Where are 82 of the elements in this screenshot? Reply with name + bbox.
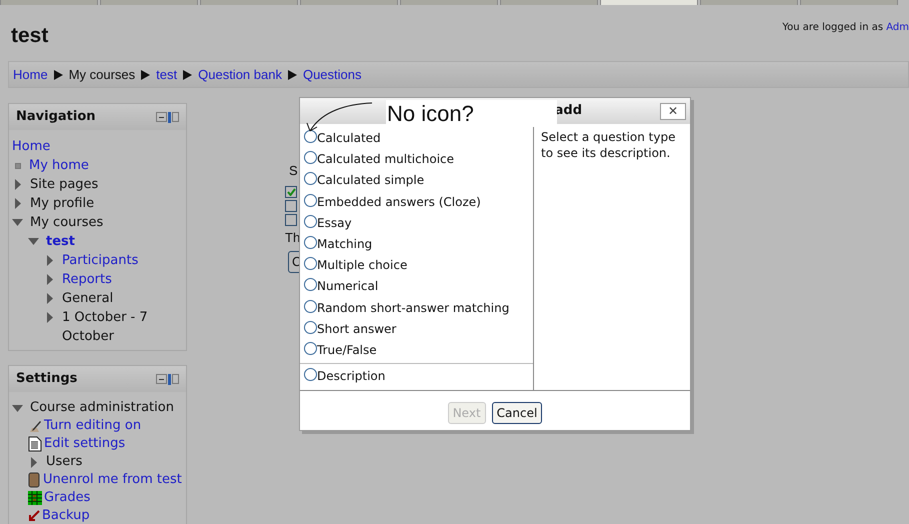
checkbox[interactable]	[285, 200, 297, 212]
collapsed-arrow-icon[interactable]	[15, 198, 21, 209]
breadcrumb-link[interactable]: Question bank	[198, 64, 282, 84]
tree-label[interactable]: Course administration	[30, 399, 174, 417]
tree-label[interactable]: Site pages	[30, 175, 98, 194]
page-title: test	[11, 23, 48, 48]
radio-button[interactable]	[304, 278, 317, 292]
tree-link[interactable]: test	[46, 232, 75, 251]
breadcrumb-link[interactable]: Home	[13, 64, 48, 84]
breadcrumb-link[interactable]: Questions	[302, 64, 362, 84]
collapsed-arrow-icon[interactable]	[31, 456, 37, 468]
separator-arrow-icon	[183, 70, 192, 80]
tree-label[interactable]: 1 October - 7 October	[62, 308, 182, 346]
breadcrumb-link[interactable]: test	[156, 64, 178, 84]
top-tab[interactable]	[600, 0, 698, 5]
dock-icon[interactable]	[156, 112, 179, 122]
tree-link[interactable]: Home	[12, 137, 50, 156]
tree-link[interactable]: Participants	[62, 251, 138, 270]
user-link[interactable]: Adm	[886, 22, 909, 33]
expanded-arrow-icon[interactable]	[12, 219, 23, 226]
tree-label[interactable]: My courses	[30, 213, 104, 232]
block-title: Settings	[16, 370, 78, 388]
tree-link[interactable]: Backup	[42, 507, 90, 524]
separator-arrow-icon	[54, 70, 63, 80]
breadcrumb-text: My courses	[68, 66, 136, 84]
separator-arrow-icon	[141, 70, 150, 80]
radio-button[interactable]	[304, 151, 317, 164]
option-label[interactable]: Numerical	[317, 278, 378, 294]
radio-button[interactable]	[304, 194, 317, 207]
option-label[interactable]: Calculated simple	[317, 172, 424, 188]
option-label[interactable]: True/False	[317, 342, 377, 358]
collapsed-arrow-icon[interactable]	[15, 179, 21, 190]
radio-button[interactable]	[304, 172, 317, 186]
bullet-icon	[15, 162, 21, 168]
option-label[interactable]: Calculated multichoice	[317, 151, 454, 168]
login-info: You are logged in as Adm	[782, 21, 909, 35]
tree-label[interactable]: Users	[46, 453, 82, 471]
radio-button[interactable]	[304, 368, 317, 382]
person-silhouette-icon	[28, 472, 40, 488]
collapsed-arrow-icon[interactable]	[47, 293, 53, 304]
pencil-icon	[28, 419, 42, 433]
form-heading: S	[289, 162, 299, 180]
expanded-arrow-icon[interactable]	[12, 404, 23, 412]
radio-button[interactable]	[304, 342, 317, 355]
radio-button[interactable]	[304, 214, 317, 228]
expanded-arrow-icon[interactable]	[28, 238, 39, 245]
grid-icon	[28, 491, 42, 505]
collapsed-arrow-icon[interactable]	[47, 312, 53, 323]
block-title: Navigation	[16, 108, 96, 126]
tree-link[interactable]: Unenrol me from test	[43, 471, 182, 489]
arrow-icon	[28, 510, 40, 522]
tree-link[interactable]: Grades	[44, 489, 90, 507]
radio-button[interactable]	[304, 320, 317, 334]
tree-link[interactable]: Turn editing on	[44, 417, 142, 435]
option-label[interactable]: Multiple choice	[317, 257, 408, 274]
option-label[interactable]: Short answer	[317, 320, 396, 337]
radio-button[interactable]	[304, 130, 317, 143]
dialog-button[interactable]: Cancel	[492, 402, 542, 424]
tree-label[interactable]: My profile	[30, 194, 94, 213]
tree-link[interactable]: My home	[29, 156, 89, 175]
tree-link[interactable]: Reports	[62, 270, 112, 289]
checkbox[interactable]	[285, 214, 297, 226]
close-button[interactable]: ✕	[660, 102, 686, 120]
option-label[interactable]: Matching	[317, 236, 372, 252]
checkbox[interactable]	[285, 186, 297, 198]
tree-link[interactable]: Edit settings	[44, 435, 126, 453]
separator-arrow-icon	[288, 70, 297, 80]
option-label[interactable]: Random short-answer matching	[317, 300, 510, 316]
dock-icon[interactable]	[156, 374, 179, 384]
tree-label[interactable]: General	[62, 289, 114, 308]
option-label[interactable]: Essay	[317, 214, 352, 231]
option-label[interactable]: Calculated	[317, 130, 381, 146]
radio-button[interactable]	[304, 236, 317, 249]
description-text: Select a question type to see its description.	[541, 129, 676, 161]
radio-button[interactable]	[304, 257, 317, 270]
document-icon	[28, 436, 42, 452]
radio-button[interactable]	[304, 300, 317, 312]
collapsed-arrow-icon[interactable]	[47, 274, 53, 285]
option-label[interactable]: Description	[317, 368, 386, 384]
collapsed-arrow-icon[interactable]	[47, 255, 53, 266]
annotation-label: No icon?	[386, 100, 557, 127]
option-label[interactable]: Embedded answers (Cloze)	[317, 194, 481, 210]
